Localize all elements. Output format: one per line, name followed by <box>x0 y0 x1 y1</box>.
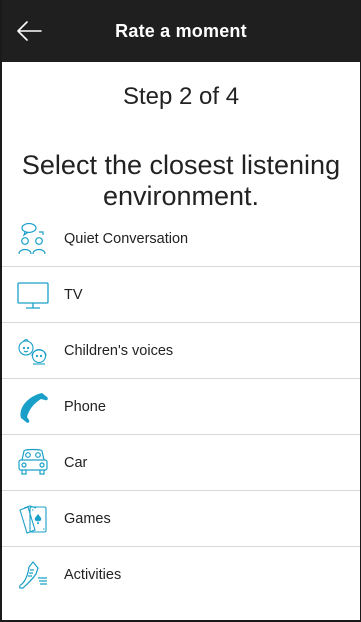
children-icon <box>16 334 50 368</box>
environment-item-games[interactable]: Games <box>2 491 360 547</box>
environment-label: Children's voices <box>64 342 174 359</box>
car-icon <box>16 446 50 480</box>
environment-item-quiet-conversation[interactable]: Quiet Conversation <box>2 211 360 267</box>
environment-label: Car <box>64 454 88 471</box>
sneaker-icon <box>16 558 50 592</box>
environment-item-car[interactable]: Car <box>2 435 360 491</box>
page-title: Rate a moment <box>115 20 247 41</box>
environment-item-tv[interactable]: TV <box>2 267 360 323</box>
environment-item-phone[interactable]: Phone <box>2 379 360 435</box>
prompt-text: Select the closest listening environment… <box>21 150 341 211</box>
environment-label: Games <box>64 510 111 527</box>
environment-item-childrens-voices[interactable]: Children's voices <box>2 323 360 379</box>
environment-list: Quiet Conversation TV Children's voices … <box>2 211 360 603</box>
tv-icon <box>16 278 50 312</box>
step-indicator: Step 2 of 4 <box>122 83 240 110</box>
cards-icon <box>16 502 50 536</box>
top-bar: Rate a moment <box>2 0 360 62</box>
environment-label: Quiet Conversation <box>64 230 189 247</box>
environment-item-activities[interactable]: Activities <box>2 547 360 603</box>
environment-label: Phone <box>64 398 106 415</box>
environment-label: Activities <box>64 567 122 583</box>
conversation-icon <box>16 222 50 256</box>
phone-icon <box>16 390 50 424</box>
arrow-left-icon <box>17 21 42 41</box>
back-button[interactable] <box>12 14 46 48</box>
environment-label: TV <box>64 286 83 303</box>
app-frame: Rate a moment Step 2 of 4 Select the clo… <box>0 0 361 622</box>
